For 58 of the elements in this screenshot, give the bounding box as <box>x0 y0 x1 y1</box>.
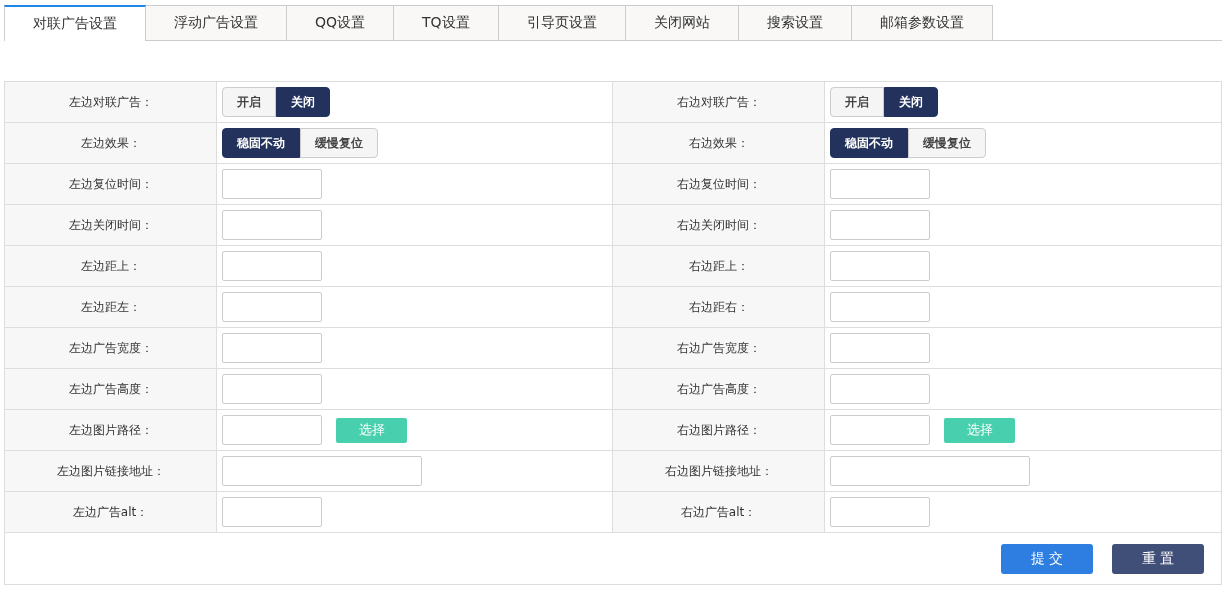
input-field[interactable] <box>830 415 930 445</box>
field-label: 右边对联广告： <box>676 93 761 111</box>
tab[interactable]: 引导页设置 <box>498 5 626 40</box>
tab[interactable]: TQ设置 <box>394 5 499 40</box>
field-label: 右边广告宽度： <box>676 339 761 357</box>
field-label: 右边图片链接地址： <box>664 462 773 480</box>
tab[interactable]: QQ设置 <box>287 5 395 40</box>
field-label: 左边广告alt： <box>72 503 149 521</box>
input-field[interactable] <box>830 456 1030 486</box>
field-label: 右边复位时间： <box>676 175 761 193</box>
toggle-option[interactable]: 缓慢复位 <box>908 128 986 158</box>
input-field[interactable] <box>830 251 930 281</box>
input-field[interactable] <box>222 333 322 363</box>
field-label: 右边效果： <box>688 134 749 152</box>
tab[interactable]: 邮箱参数设置 <box>851 5 993 40</box>
field-label: 左边效果： <box>80 134 141 152</box>
toggle-option[interactable]: 关闭 <box>884 87 938 117</box>
input-field[interactable] <box>830 292 930 322</box>
input-field[interactable] <box>222 169 322 199</box>
field-label: 右边广告高度： <box>676 380 761 398</box>
input-field[interactable] <box>830 374 930 404</box>
input-field[interactable] <box>830 210 930 240</box>
input-field[interactable] <box>222 292 322 322</box>
input-field[interactable] <box>830 169 930 199</box>
tab[interactable]: 浮动广告设置 <box>146 5 287 40</box>
field-label: 左边距左： <box>80 298 141 316</box>
input-field[interactable] <box>222 456 422 486</box>
input-field[interactable] <box>222 374 322 404</box>
field-label: 右边距上： <box>688 257 749 275</box>
toggle-option[interactable]: 开启 <box>830 87 884 117</box>
field-label: 右边广告alt： <box>680 503 757 521</box>
input-field[interactable] <box>222 415 322 445</box>
field-label: 右边距右： <box>688 298 749 316</box>
field-label: 左边距上： <box>80 257 141 275</box>
input-field[interactable] <box>830 497 930 527</box>
input-field[interactable] <box>222 251 322 281</box>
field-label: 左边广告高度： <box>68 380 153 398</box>
field-label: 左边关闭时间： <box>68 216 153 234</box>
field-label: 左边对联广告： <box>68 93 153 111</box>
field-label: 左边广告宽度： <box>68 339 153 357</box>
toggle-option[interactable]: 关闭 <box>276 87 330 117</box>
field-label: 右边图片路径： <box>676 421 761 439</box>
toggle-option[interactable]: 缓慢复位 <box>300 128 378 158</box>
tab[interactable]: 关闭网站 <box>625 5 739 40</box>
field-label: 右边关闭时间： <box>676 216 761 234</box>
toggle-option[interactable]: 稳固不动 <box>222 128 300 158</box>
tab[interactable]: 对联广告设置 <box>4 5 146 41</box>
toggle-option[interactable]: 稳固不动 <box>830 128 908 158</box>
submit-button[interactable]: 提 交 <box>1001 543 1093 574</box>
field-label: 左边复位时间： <box>68 175 153 193</box>
input-field[interactable] <box>830 333 930 363</box>
reset-button[interactable]: 重 置 <box>1112 543 1204 574</box>
field-label: 左边图片路径： <box>68 421 153 439</box>
input-field[interactable] <box>222 497 322 527</box>
toggle-option[interactable]: 开启 <box>222 87 276 117</box>
field-label: 左边图片链接地址： <box>56 462 165 480</box>
tab[interactable]: 搜索设置 <box>738 5 852 40</box>
input-field[interactable] <box>222 210 322 240</box>
